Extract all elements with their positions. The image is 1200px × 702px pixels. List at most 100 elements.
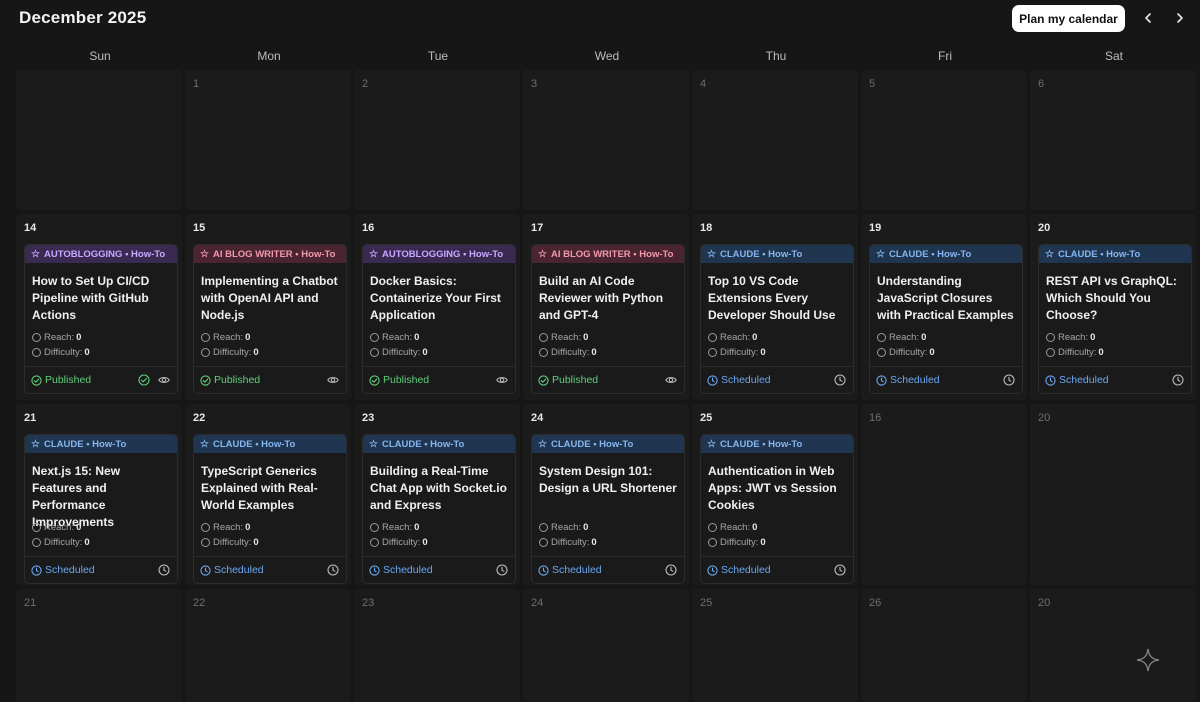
day-number: 23 bbox=[362, 597, 375, 609]
weekday-fri: Fri bbox=[938, 49, 952, 63]
post-type: How-To bbox=[301, 248, 336, 260]
view-post-button[interactable] bbox=[326, 373, 340, 387]
post-card[interactable]: ☆ AUTOBLOGGING • How-To Docker Basics: Con… bbox=[362, 244, 516, 394]
post-card[interactable]: ☆ CLAUDE • How-To Top 10 VS Code Extension… bbox=[700, 244, 854, 394]
clock-icon bbox=[707, 564, 718, 576]
difficulty-metric: Difficulty: 0 bbox=[1039, 345, 1191, 360]
post-title[interactable]: Build an AI Code Reviewer with Python an… bbox=[532, 263, 684, 325]
post-card[interactable]: ☆ AUTOBLOGGING • How-To How to Set Up CI/C… bbox=[24, 244, 178, 394]
post-title[interactable]: Authentication in Web Apps: JWT vs Sessi… bbox=[701, 453, 853, 515]
post-title[interactable]: TypeScript Generics Explained with Real-… bbox=[194, 453, 346, 515]
next-month-button[interactable] bbox=[1170, 8, 1190, 28]
post-card[interactable]: ☆ AI BLOG WRITER • How-To Build an AI Code… bbox=[531, 244, 685, 394]
day-cell[interactable]: 17 ☆ AI BLOG WRITER • How-To Build an AI Co… bbox=[523, 214, 689, 400]
post-title[interactable]: Top 10 VS Code Extensions Every Develope… bbox=[701, 263, 853, 325]
star-icon: ☆ bbox=[1045, 248, 1054, 260]
schedule-time-button[interactable] bbox=[664, 563, 678, 577]
day-cell[interactable]: 6 bbox=[1030, 70, 1196, 210]
day-cell[interactable]: 25 ☆ CLAUDE • How-To Authentication in Web … bbox=[692, 404, 858, 585]
day-cell[interactable]: 1 bbox=[185, 70, 351, 210]
post-card[interactable]: ☆ CLAUDE • How-To Building a Real-Time Cha… bbox=[362, 434, 516, 584]
post-card[interactable]: ☆ CLAUDE • How-To REST API vs GraphQL: Whi… bbox=[1038, 244, 1192, 394]
status-badge: Scheduled bbox=[538, 564, 658, 576]
post-title[interactable]: Docker Basics: Containerize Your First A… bbox=[363, 263, 515, 325]
clock-icon bbox=[496, 564, 508, 576]
difficulty-label: Difficulty: bbox=[720, 537, 759, 548]
star-icon: ☆ bbox=[31, 438, 40, 450]
tag-separator: • bbox=[83, 438, 93, 450]
post-source-tag: ☆ CLAUDE • How-To bbox=[701, 245, 853, 263]
day-cell[interactable]: 14 ☆ AUTOBLOGGING • How-To How to Set Up CI… bbox=[16, 214, 182, 400]
post-source-tag: ☆ CLAUDE • How-To bbox=[194, 435, 346, 453]
day-cell[interactable]: 2 bbox=[354, 70, 520, 210]
post-source-tag: ☆ AI BLOG WRITER • How-To bbox=[532, 245, 684, 263]
post-title[interactable]: Implementing a Chatbot with OpenAI API a… bbox=[194, 263, 346, 325]
view-post-button[interactable] bbox=[495, 373, 509, 387]
day-cell[interactable]: 23 bbox=[354, 589, 520, 702]
post-card[interactable]: ☆ CLAUDE • How-To Next.js 15: New Features… bbox=[24, 434, 178, 584]
difficulty-value: 0 bbox=[591, 347, 597, 358]
post-title[interactable]: Next.js 15: New Features and Performance… bbox=[25, 453, 177, 529]
difficulty-circle-icon bbox=[539, 348, 548, 357]
day-cell[interactable]: 22 bbox=[185, 589, 351, 702]
day-cell[interactable]: 5 bbox=[861, 70, 1027, 210]
status-badge: Scheduled bbox=[876, 374, 996, 386]
day-cell[interactable]: 22 ☆ CLAUDE • How-To TypeScript Generics Ex… bbox=[185, 404, 351, 585]
previous-month-button[interactable] bbox=[1138, 8, 1158, 28]
plan-my-calendar-button[interactable]: Plan my calendar bbox=[1012, 5, 1125, 32]
schedule-time-button[interactable] bbox=[833, 373, 847, 387]
day-cell[interactable]: 26 bbox=[861, 589, 1027, 702]
difficulty-value: 0 bbox=[84, 347, 90, 358]
clock-icon bbox=[1003, 374, 1015, 386]
day-cell[interactable] bbox=[16, 70, 182, 210]
sparkle-icon[interactable] bbox=[1136, 648, 1160, 672]
day-cell[interactable]: 20 bbox=[1030, 589, 1196, 702]
day-cell[interactable]: 20 bbox=[1030, 404, 1196, 585]
reach-circle-icon bbox=[539, 523, 548, 532]
day-cell[interactable]: 3 bbox=[523, 70, 689, 210]
post-card[interactable]: ☆ CLAUDE • How-To System Design 101: Desig… bbox=[531, 434, 685, 584]
reach-metric: Reach: 0 bbox=[1039, 330, 1191, 345]
schedule-time-button[interactable] bbox=[157, 563, 171, 577]
mark-published-button[interactable] bbox=[137, 373, 151, 387]
difficulty-metric: Difficulty: 0 bbox=[532, 345, 684, 360]
day-number: 26 bbox=[869, 597, 882, 609]
day-cell[interactable]: 4 bbox=[692, 70, 858, 210]
day-cell[interactable]: 16 bbox=[861, 404, 1027, 585]
schedule-time-button[interactable] bbox=[1002, 373, 1016, 387]
day-cell[interactable]: 23 ☆ CLAUDE • How-To Building a Real-Time C… bbox=[354, 404, 520, 585]
view-post-button[interactable] bbox=[664, 373, 678, 387]
post-title[interactable]: System Design 101: Design a URL Shortene… bbox=[532, 453, 684, 515]
difficulty-metric: Difficulty: 0 bbox=[25, 535, 177, 550]
post-title[interactable]: REST API vs GraphQL: Which Should You Ch… bbox=[1039, 263, 1191, 325]
post-card[interactable]: ☆ CLAUDE • How-To Understanding JavaScript… bbox=[869, 244, 1023, 394]
difficulty-label: Difficulty: bbox=[551, 347, 590, 358]
schedule-time-button[interactable] bbox=[495, 563, 509, 577]
day-cell[interactable]: 20 ☆ CLAUDE • How-To REST API vs GraphQL: W… bbox=[1030, 214, 1196, 400]
day-cell[interactable]: 21 ☆ CLAUDE • How-To Next.js 15: New Featur… bbox=[16, 404, 182, 585]
status-label: Scheduled bbox=[214, 564, 264, 576]
day-cell[interactable]: 21 bbox=[16, 589, 182, 702]
post-card[interactable]: ☆ CLAUDE • How-To TypeScript Generics Expl… bbox=[193, 434, 347, 584]
view-post-button[interactable] bbox=[157, 373, 171, 387]
post-source: CLAUDE bbox=[550, 438, 591, 450]
post-card[interactable]: ☆ CLAUDE • How-To Authentication in Web Ap… bbox=[700, 434, 854, 584]
day-cell[interactable]: 15 ☆ AI BLOG WRITER • How-To Implementing a… bbox=[185, 214, 351, 400]
day-cell[interactable]: 24 ☆ CLAUDE • How-To System Design 101: Des… bbox=[523, 404, 689, 585]
star-icon: ☆ bbox=[31, 248, 40, 260]
schedule-time-button[interactable] bbox=[326, 563, 340, 577]
day-cell[interactable]: 19 ☆ CLAUDE • How-To Understanding JavaScri… bbox=[861, 214, 1027, 400]
schedule-time-button[interactable] bbox=[833, 563, 847, 577]
post-card[interactable]: ☆ AI BLOG WRITER • How-To Implementing a C… bbox=[193, 244, 347, 394]
post-title[interactable]: How to Set Up CI/CD Pipeline with GitHub… bbox=[25, 263, 177, 325]
reach-circle-icon bbox=[877, 333, 886, 342]
post-title[interactable]: Understanding JavaScript Closures with P… bbox=[870, 263, 1022, 325]
reach-metric: Reach: 0 bbox=[870, 330, 1022, 345]
schedule-time-button[interactable] bbox=[1171, 373, 1185, 387]
day-cell[interactable]: 16 ☆ AUTOBLOGGING • How-To Docker Basics: C… bbox=[354, 214, 520, 400]
day-cell[interactable]: 24 bbox=[523, 589, 689, 702]
difficulty-metric: Difficulty: 0 bbox=[194, 535, 346, 550]
post-title[interactable]: Building a Real-Time Chat App with Socke… bbox=[363, 453, 515, 515]
day-cell[interactable]: 25 bbox=[692, 589, 858, 702]
day-cell[interactable]: 18 ☆ CLAUDE • How-To Top 10 VS Code Extensi… bbox=[692, 214, 858, 400]
